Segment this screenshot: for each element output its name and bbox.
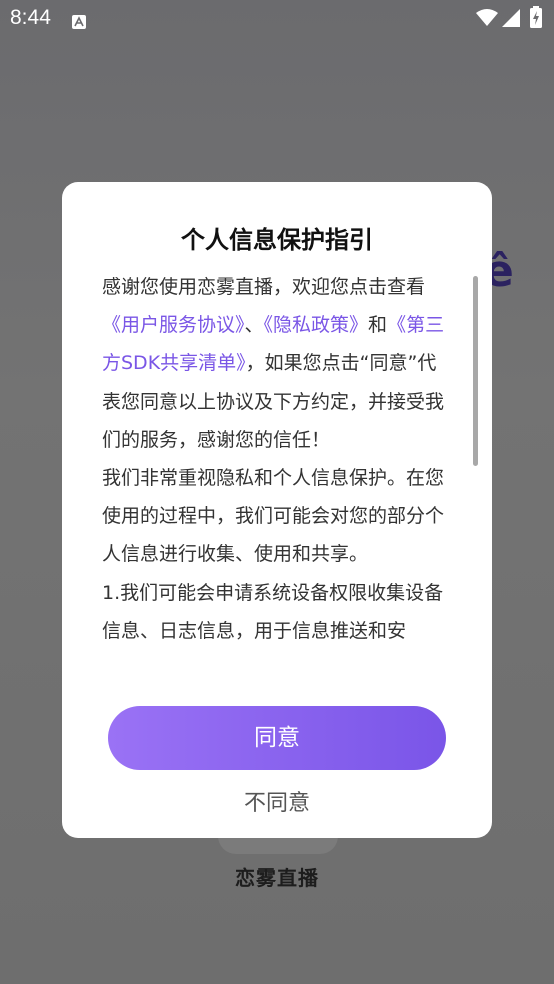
- status-bar: 8:44: [0, 0, 554, 36]
- agree-button[interactable]: 同意: [108, 706, 446, 770]
- intro-text-1: 感谢您使用恋雾直播，欢迎您点击查看: [102, 276, 426, 298]
- intro-text-2: 、: [244, 314, 264, 337]
- notification-icon: [72, 10, 86, 29]
- signal-icon: [502, 8, 520, 32]
- privacy-paragraph: 我们非常重视隐私和个人信息保护。在您使用的过程中，我们可能会对您的部分个人信息进…: [102, 467, 445, 566]
- battery-icon: [530, 6, 542, 33]
- disagree-button[interactable]: 不同意: [177, 786, 377, 822]
- scrollbar[interactable]: [473, 276, 478, 466]
- dialog-body[interactable]: 感谢您使用恋雾直播，欢迎您点击查看《用户服务协议》、《隐私政策》和《第三方SDK…: [102, 268, 447, 686]
- intro-text-3: 和: [368, 314, 388, 337]
- privacy-policy-link[interactable]: 《隐私政策》: [264, 314, 369, 336]
- app-name: 恋雾直播: [235, 866, 319, 890]
- user-agreement-link[interactable]: 《用户服务协议》: [102, 314, 245, 336]
- dialog-title: 个人信息保护指引: [181, 226, 373, 254]
- status-time: 8:44: [10, 6, 51, 29]
- intro-paragraph: 感谢您使用恋雾直播，欢迎您点击查看《用户服务协议》、《隐私政策》和《第三方SDK…: [102, 268, 447, 459]
- permission-paragraph: 1.我们可能会申请系统设备权限收集设备信息、日志信息，用于信息推送和安: [102, 581, 444, 642]
- privacy-dialog: 个人信息保护指引 感谢您使用恋雾直播，欢迎您点击查看《用户服务协议》、《隐私政策…: [62, 182, 492, 838]
- wifi-icon: [476, 8, 498, 32]
